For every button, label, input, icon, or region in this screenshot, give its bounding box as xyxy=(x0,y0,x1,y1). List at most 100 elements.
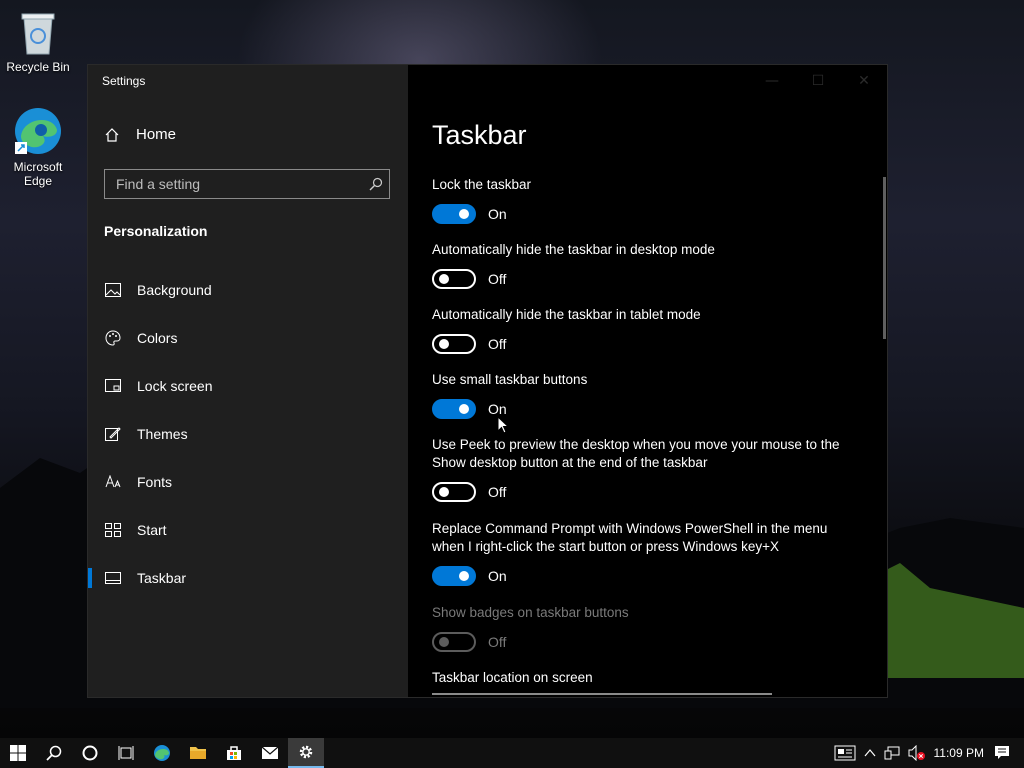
toggle-state: Off xyxy=(488,271,507,287)
nav-item-label: Start xyxy=(137,522,167,538)
setting-label: Automatically hide the taskbar in deskto… xyxy=(432,242,715,257)
start-icon xyxy=(104,523,122,537)
notification-icon xyxy=(995,746,1009,759)
setting-label: Use Peek to preview the desktop when you… xyxy=(432,436,872,472)
edge-shortcut[interactable]: Microsoft Edge xyxy=(2,106,74,188)
cortana-circle-icon xyxy=(82,745,98,761)
edge-taskbar-button[interactable] xyxy=(144,738,180,768)
badges-toggle xyxy=(432,632,476,652)
taskbar-location-dropdown[interactable] xyxy=(432,693,772,697)
nav-item-fonts[interactable]: Fonts xyxy=(88,458,408,506)
clock[interactable]: 11:09 PM xyxy=(930,738,988,768)
settings-taskbar-button[interactable] xyxy=(288,738,324,768)
toggle-state: Off xyxy=(488,336,507,352)
chevron-up-icon xyxy=(864,749,875,757)
nav-item-label: Taskbar xyxy=(137,570,187,586)
setting-label-line2: Show desktop button at the end of the ta… xyxy=(432,455,708,470)
settings-nav-pane: Settings Home Personalization Bac xyxy=(88,65,408,697)
powershell-toggle[interactable] xyxy=(432,566,476,586)
search-icon[interactable] xyxy=(363,177,389,191)
window-title: Settings xyxy=(102,74,146,88)
setting-label: Automatically hide the taskbar in tablet… xyxy=(432,307,701,322)
nav-item-colors[interactable]: Colors xyxy=(88,314,408,362)
home-nav-item[interactable]: Home xyxy=(104,126,176,143)
setting-badges: Show badges on taskbar buttons Off xyxy=(432,604,872,652)
find-setting-search[interactable] xyxy=(104,169,390,199)
show-hidden-icons-button[interactable] xyxy=(860,738,880,768)
lock-taskbar-toggle[interactable] xyxy=(432,204,476,224)
setting-powershell: Replace Command Prompt with Windows Powe… xyxy=(432,520,872,586)
small-buttons-toggle[interactable] xyxy=(432,399,476,419)
cortana-button[interactable] xyxy=(72,738,108,768)
setting-lock-taskbar: Lock the taskbar On xyxy=(432,176,872,224)
taskbar-icon xyxy=(104,572,122,584)
toggle-state: Off xyxy=(488,634,507,650)
page-title: Taskbar xyxy=(432,120,527,150)
file-explorer-button[interactable] xyxy=(180,738,216,768)
section-title: Personalization xyxy=(104,223,208,239)
taskbar: 11:09 PM xyxy=(0,738,1024,768)
setting-label-line2: when I right-click the start button or p… xyxy=(432,539,780,554)
recycle-bin-shortcut[interactable]: Recycle Bin xyxy=(2,8,74,74)
peek-toggle[interactable] xyxy=(432,482,476,502)
taskbar-settings-content: Taskbar Lock the taskbar On Automaticall… xyxy=(432,65,872,697)
gear-icon xyxy=(299,745,313,759)
volume-button[interactable] xyxy=(904,738,930,768)
nav-item-lock-screen[interactable]: Lock screen xyxy=(88,362,408,410)
setting-taskbar-location: Taskbar location on screen xyxy=(432,669,872,687)
setting-small-buttons: Use small taskbar buttons On xyxy=(432,371,872,419)
edge-label-line2: Edge xyxy=(23,174,53,188)
toggle-state: On xyxy=(488,206,507,222)
recycle-bin-label: Recycle Bin xyxy=(6,60,70,74)
fonts-icon xyxy=(104,475,122,489)
recycle-bin-icon xyxy=(21,13,55,55)
folder-icon xyxy=(190,747,206,759)
themes-icon xyxy=(104,426,122,442)
store-button[interactable] xyxy=(216,738,252,768)
mouse-pointer-icon xyxy=(497,416,509,434)
news-icon xyxy=(834,745,856,761)
mail-button[interactable] xyxy=(252,738,288,768)
edge-icon xyxy=(154,745,170,761)
setting-label: Lock the taskbar xyxy=(432,177,532,192)
nav-item-label: Themes xyxy=(137,426,188,442)
autohide-tablet-toggle[interactable] xyxy=(432,334,476,354)
search-taskbar-button[interactable] xyxy=(36,738,72,768)
nav-item-background[interactable]: Background xyxy=(88,266,408,314)
home-label: Home xyxy=(136,126,177,143)
windows-logo-icon xyxy=(10,745,26,761)
nav-item-label: Background xyxy=(137,282,212,298)
nav-item-start[interactable]: Start xyxy=(88,506,408,554)
network-icon xyxy=(884,746,900,760)
store-bag-icon xyxy=(227,746,241,760)
nav-item-taskbar[interactable]: Taskbar xyxy=(88,554,408,602)
setting-label: Use small taskbar buttons xyxy=(432,372,588,387)
edge-label-line1: Microsoft xyxy=(13,160,63,174)
setting-autohide-tablet: Automatically hide the taskbar in tablet… xyxy=(432,306,872,354)
start-button[interactable] xyxy=(0,738,36,768)
toggle-state: Off xyxy=(488,484,507,500)
task-view-button[interactable] xyxy=(108,738,144,768)
network-button[interactable] xyxy=(880,738,904,768)
palette-icon xyxy=(104,330,122,346)
setting-label: Taskbar location on screen xyxy=(432,670,593,685)
action-center-button[interactable] xyxy=(988,738,1024,768)
setting-peek: Use Peek to preview the desktop when you… xyxy=(432,436,872,502)
system-tray: 11:09 PM xyxy=(830,738,1024,768)
news-widget-button[interactable] xyxy=(830,738,860,768)
mail-icon xyxy=(261,746,279,759)
nav-item-themes[interactable]: Themes xyxy=(88,410,408,458)
content-scrollbar[interactable] xyxy=(883,177,886,339)
edge-icon xyxy=(15,108,61,154)
lock-screen-icon xyxy=(104,379,122,393)
setting-label-line1: Replace Command Prompt with Windows Powe… xyxy=(432,521,828,536)
toggle-state: On xyxy=(488,568,507,584)
home-icon xyxy=(105,127,119,142)
autohide-desktop-toggle[interactable] xyxy=(432,269,476,289)
nav-item-label: Colors xyxy=(137,330,178,346)
toggle-state: On xyxy=(488,401,507,417)
setting-label: Replace Command Prompt with Windows Powe… xyxy=(432,520,872,556)
setting-label-line1: Use Peek to preview the desktop when you… xyxy=(432,437,840,452)
search-input[interactable] xyxy=(105,175,363,193)
search-icon xyxy=(46,745,62,761)
